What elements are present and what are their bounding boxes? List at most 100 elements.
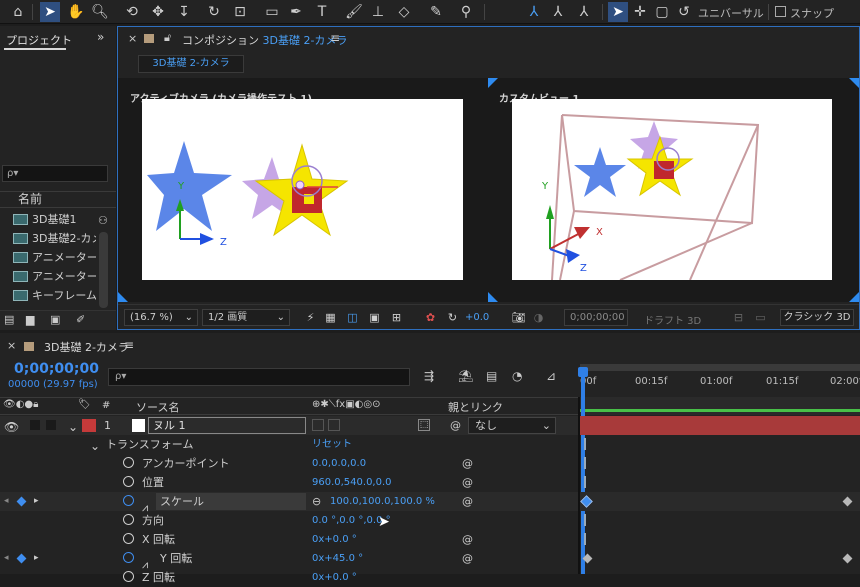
local-axis-mode-icon[interactable]: ⅄ (524, 2, 544, 22)
name-column-header[interactable]: 名前 (0, 191, 116, 208)
flowchart-icon[interactable]: ⚇ (98, 214, 108, 227)
lock-icon[interactable]: 🔓︎ (164, 31, 171, 45)
pick-whip-icon[interactable]: @ (462, 473, 473, 492)
property-value[interactable]: 100.0,100.0,100.0 % (330, 492, 435, 511)
extended-viewer-icon[interactable]: ⊟ (730, 309, 747, 326)
eraser-tool-icon[interactable]: ◇ (394, 2, 414, 22)
rotate-gizmo-icon[interactable]: ↺ (674, 2, 694, 22)
hand-tool-icon[interactable]: ✋ (66, 2, 86, 22)
constrain-proportions-icon[interactable]: ⊖ (312, 492, 321, 511)
property-row-y-rotation[interactable]: ◂ ▸ ⩘ Y 回転 0x+45.0 ° @ (0, 549, 578, 571)
pan-camera-tool-icon[interactable]: ✥ (148, 2, 168, 22)
property-value[interactable]: 960.0,540.0,0.0 (312, 473, 392, 492)
tab-project[interactable]: プロジェクト (6, 32, 72, 48)
playhead-handle[interactable] (578, 367, 588, 377)
label-column-icon[interactable]: 🏷︎ (78, 399, 91, 410)
viewer-area[interactable]: アクティブカメラ (カメラ操作テスト 1) カスタムビュー 1 Y Z (118, 78, 859, 302)
add-keyframe-icon[interactable] (16, 553, 27, 564)
stopwatch-icon[interactable] (123, 457, 134, 468)
property-row-z-rotation[interactable]: Z 回転 0x+0.0 ° (0, 568, 578, 587)
universal-selection-icon[interactable]: ➤ (608, 2, 628, 22)
panel-menu-icon[interactable]: ≡ (124, 338, 134, 352)
mask-visibility-icon[interactable]: ◫ (344, 309, 361, 326)
property-row-scale[interactable]: ◂ ▸ ⩘ スケール ⊖ 100.0,100.0,100.0 % @ (0, 492, 578, 514)
project-item[interactable]: アニメーター (0, 267, 96, 286)
keyframe[interactable] (582, 553, 593, 564)
dolly-camera-tool-icon[interactable]: ↧ (174, 2, 194, 22)
fast-preview-icon[interactable]: ⚡ (302, 309, 319, 326)
renderer-button[interactable]: クラシック 3D (780, 309, 854, 326)
keyframe[interactable] (842, 553, 853, 564)
stopwatch-icon[interactable] (123, 476, 134, 487)
property-value[interactable]: 0x+0.0 ° (312, 568, 357, 587)
project-item[interactable]: 3D基礎2-カメ (0, 229, 96, 248)
number-column-header[interactable]: # (102, 400, 110, 411)
draft-3d-icon[interactable]: ⛱ (458, 369, 473, 383)
stopwatch-icon[interactable] (123, 552, 134, 563)
project-item[interactable]: キーフレーム (0, 286, 96, 305)
composition-tab-title[interactable]: コンポジション 3D基礎 2-カメラ (182, 32, 347, 48)
property-row-x-rotation[interactable]: X 回転 0x+0.0 ° @ (0, 530, 578, 549)
pan-behind-tool-icon[interactable]: ⊡ (230, 2, 250, 22)
rotate-tool-icon[interactable]: ↻ (204, 2, 224, 22)
property-row-anchor-point[interactable]: アンカーポイント 0.0,0.0,0.0 @ (0, 454, 578, 473)
layer-row[interactable]: 👁 ⌄ 1 ヌル 1 ⬚ @ なし ⌄ (0, 416, 578, 435)
parent-select[interactable]: なし ⌄ (468, 417, 556, 434)
new-folder-icon[interactable]: ▆ (26, 313, 34, 326)
zoom-select[interactable]: (16.7 %) ⌄ (124, 309, 198, 326)
3d-layer-switch[interactable]: ⬚ (418, 419, 430, 431)
3d-ground-plane-icon[interactable]: ▭ (752, 309, 769, 326)
motion-blur-icon[interactable]: ◔ (512, 369, 522, 383)
exposure-value[interactable]: +0.0 (465, 312, 489, 323)
stopwatch-icon[interactable] (123, 495, 134, 506)
pick-whip-icon[interactable]: @ (462, 454, 473, 473)
lock-switch[interactable] (46, 420, 56, 430)
color-channels-icon[interactable]: ✿ (422, 309, 439, 326)
add-keyframe-icon[interactable] (16, 496, 27, 507)
layer-duration-bar[interactable] (580, 416, 860, 435)
work-area-bar[interactable] (580, 364, 860, 371)
resolution-select[interactable]: 1/2 画質 ⌄ (202, 309, 290, 326)
panel-menu-icon[interactable]: ≡ (330, 31, 340, 45)
timeline-tab-label[interactable]: 3D基礎 2-カメラ (44, 339, 129, 355)
time-ruler[interactable]: 00f 00:15f 01:00f 01:15f 02:00f (580, 359, 860, 415)
type-tool-icon[interactable]: T (312, 2, 332, 22)
region-of-interest-icon[interactable]: ▣ (366, 309, 383, 326)
stopwatch-icon[interactable] (123, 571, 134, 582)
property-value[interactable]: 0x+0.0 ° (312, 530, 357, 549)
frame-blending-icon[interactable]: ▤ (486, 369, 497, 383)
composition-breadcrumb[interactable]: 3D基礎 2-カメラ (138, 55, 244, 73)
close-icon[interactable]: × (7, 339, 16, 352)
keyframe[interactable] (580, 495, 593, 508)
new-composition-icon[interactable]: ▣ (50, 313, 60, 326)
view-axis-mode-icon[interactable]: ⅄ (574, 2, 594, 22)
current-time-display[interactable]: 0;00;00;00 (564, 309, 628, 326)
timeline-current-time[interactable]: 0;00;00;00 (14, 361, 99, 377)
snapshot-icon[interactable]: 📷︎ (510, 309, 527, 326)
brush-tool-icon[interactable]: 🖌︎ (344, 2, 364, 22)
pick-whip-icon[interactable]: @ (462, 492, 473, 511)
stopwatch-icon[interactable] (123, 533, 134, 544)
scale-gizmo-icon[interactable]: ▢ (652, 2, 672, 22)
solo-switch[interactable] (30, 420, 40, 430)
project-item[interactable]: 3D基礎1 (0, 210, 96, 229)
pick-whip-icon[interactable]: @ (450, 416, 461, 435)
puppet-tool-icon[interactable]: ⚲ (456, 2, 476, 22)
timeline-search-input[interactable]: ρ▾ (108, 368, 410, 386)
reset-link[interactable]: リセット (312, 435, 352, 454)
source-name-column-header[interactable]: ソース名 (136, 399, 179, 415)
roto-brush-tool-icon[interactable]: ✎ (426, 2, 446, 22)
previous-keyframe-icon[interactable]: ◂ (4, 549, 9, 568)
move-gizmo-icon[interactable]: ✛ (630, 2, 650, 22)
project-item[interactable]: アニメーター (0, 248, 96, 267)
next-keyframe-icon[interactable]: ▸ (34, 549, 39, 568)
shy-switch[interactable] (312, 419, 324, 431)
clone-stamp-tool-icon[interactable]: ⊥ (368, 2, 388, 22)
reset-exposure-icon[interactable]: ↻ (444, 309, 461, 326)
property-row-orientation[interactable]: 方向 0.0 °,0.0 °,0.0 ° ➤ (0, 511, 578, 530)
pick-whip-icon[interactable]: @ (462, 530, 473, 549)
keyframe[interactable] (842, 496, 853, 507)
property-value[interactable]: 0x+45.0 ° (312, 549, 363, 568)
project-scrollbar[interactable] (99, 232, 108, 308)
quality-switch[interactable] (328, 419, 340, 431)
